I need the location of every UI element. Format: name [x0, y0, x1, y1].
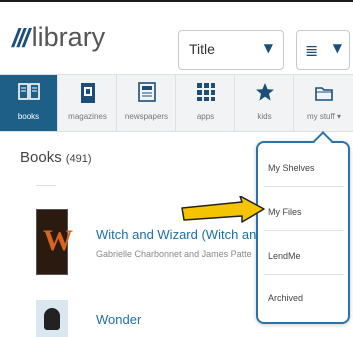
tab-books[interactable]: books	[0, 75, 58, 131]
logo-mark: ///	[12, 23, 30, 53]
book-count: (491)	[65, 153, 92, 165]
chevron-down-icon: ▼	[332, 41, 342, 55]
book-title-link[interactable]: Wonder	[96, 312, 141, 327]
magazine-icon	[59, 82, 116, 108]
book-cover[interactable]: W	[36, 209, 73, 275]
star-icon	[236, 82, 293, 108]
tab-label: newspapers	[124, 112, 169, 121]
folder-icon	[295, 82, 353, 108]
tab-my-stuff[interactable]: my stuff ▾	[295, 75, 353, 131]
book-cover[interactable]	[36, 300, 68, 337]
menu-item-archived[interactable]: Archived	[268, 293, 303, 303]
library-logo[interactable]: /// library	[12, 22, 106, 53]
app-header: /// library Title ▼ ≣ ▼	[0, 10, 353, 70]
top-border	[0, 0, 353, 2]
tab-label: books	[17, 112, 40, 121]
sort-value: Title	[189, 41, 215, 57]
menu-item-my-shelves[interactable]: My Shelves	[268, 163, 315, 173]
apps-grid-icon	[177, 82, 234, 108]
menu-item-my-files[interactable]: My Files	[268, 207, 302, 217]
menu-divider	[264, 274, 344, 275]
tab-label: magazines	[68, 112, 107, 121]
section-title-text: Books	[20, 149, 62, 166]
view-dropdown[interactable]: ≣ ▼	[296, 30, 350, 70]
tab-kids[interactable]: kids	[236, 75, 294, 131]
cover-letter: W	[43, 224, 73, 257]
newspaper-icon	[118, 82, 175, 108]
menu-divider	[264, 186, 344, 187]
my-stuff-menu: My Shelves My Files LendMe Archived	[256, 141, 350, 324]
tab-label: apps	[196, 112, 215, 121]
menu-divider	[264, 230, 344, 231]
tab-magazines[interactable]: magazines	[59, 75, 117, 131]
logo-text: library	[31, 22, 106, 52]
tab-label: my stuff ▾	[306, 112, 342, 121]
sort-dropdown[interactable]: Title ▼	[178, 30, 284, 70]
chevron-down-icon: ▼	[263, 41, 273, 55]
menu-item-lendme[interactable]: LendMe	[268, 251, 301, 261]
book-author: Gabrielle Charbonnet and James Patte	[96, 249, 252, 259]
list-view-icon: ≣	[305, 41, 319, 60]
divider	[36, 185, 56, 186]
category-nav: books magazines newspapers apps kids my …	[0, 74, 353, 132]
cover-image	[44, 308, 60, 330]
tab-apps[interactable]: apps	[177, 75, 235, 131]
book-title-link[interactable]: Witch and Wizard (Witch and	[96, 227, 264, 242]
tab-label: kids	[257, 112, 272, 121]
tab-newspapers[interactable]: newspapers	[118, 75, 176, 131]
pointer-arrow-icon	[181, 196, 265, 223]
book-icon	[0, 82, 57, 108]
section-title: Books (491)	[20, 149, 92, 166]
